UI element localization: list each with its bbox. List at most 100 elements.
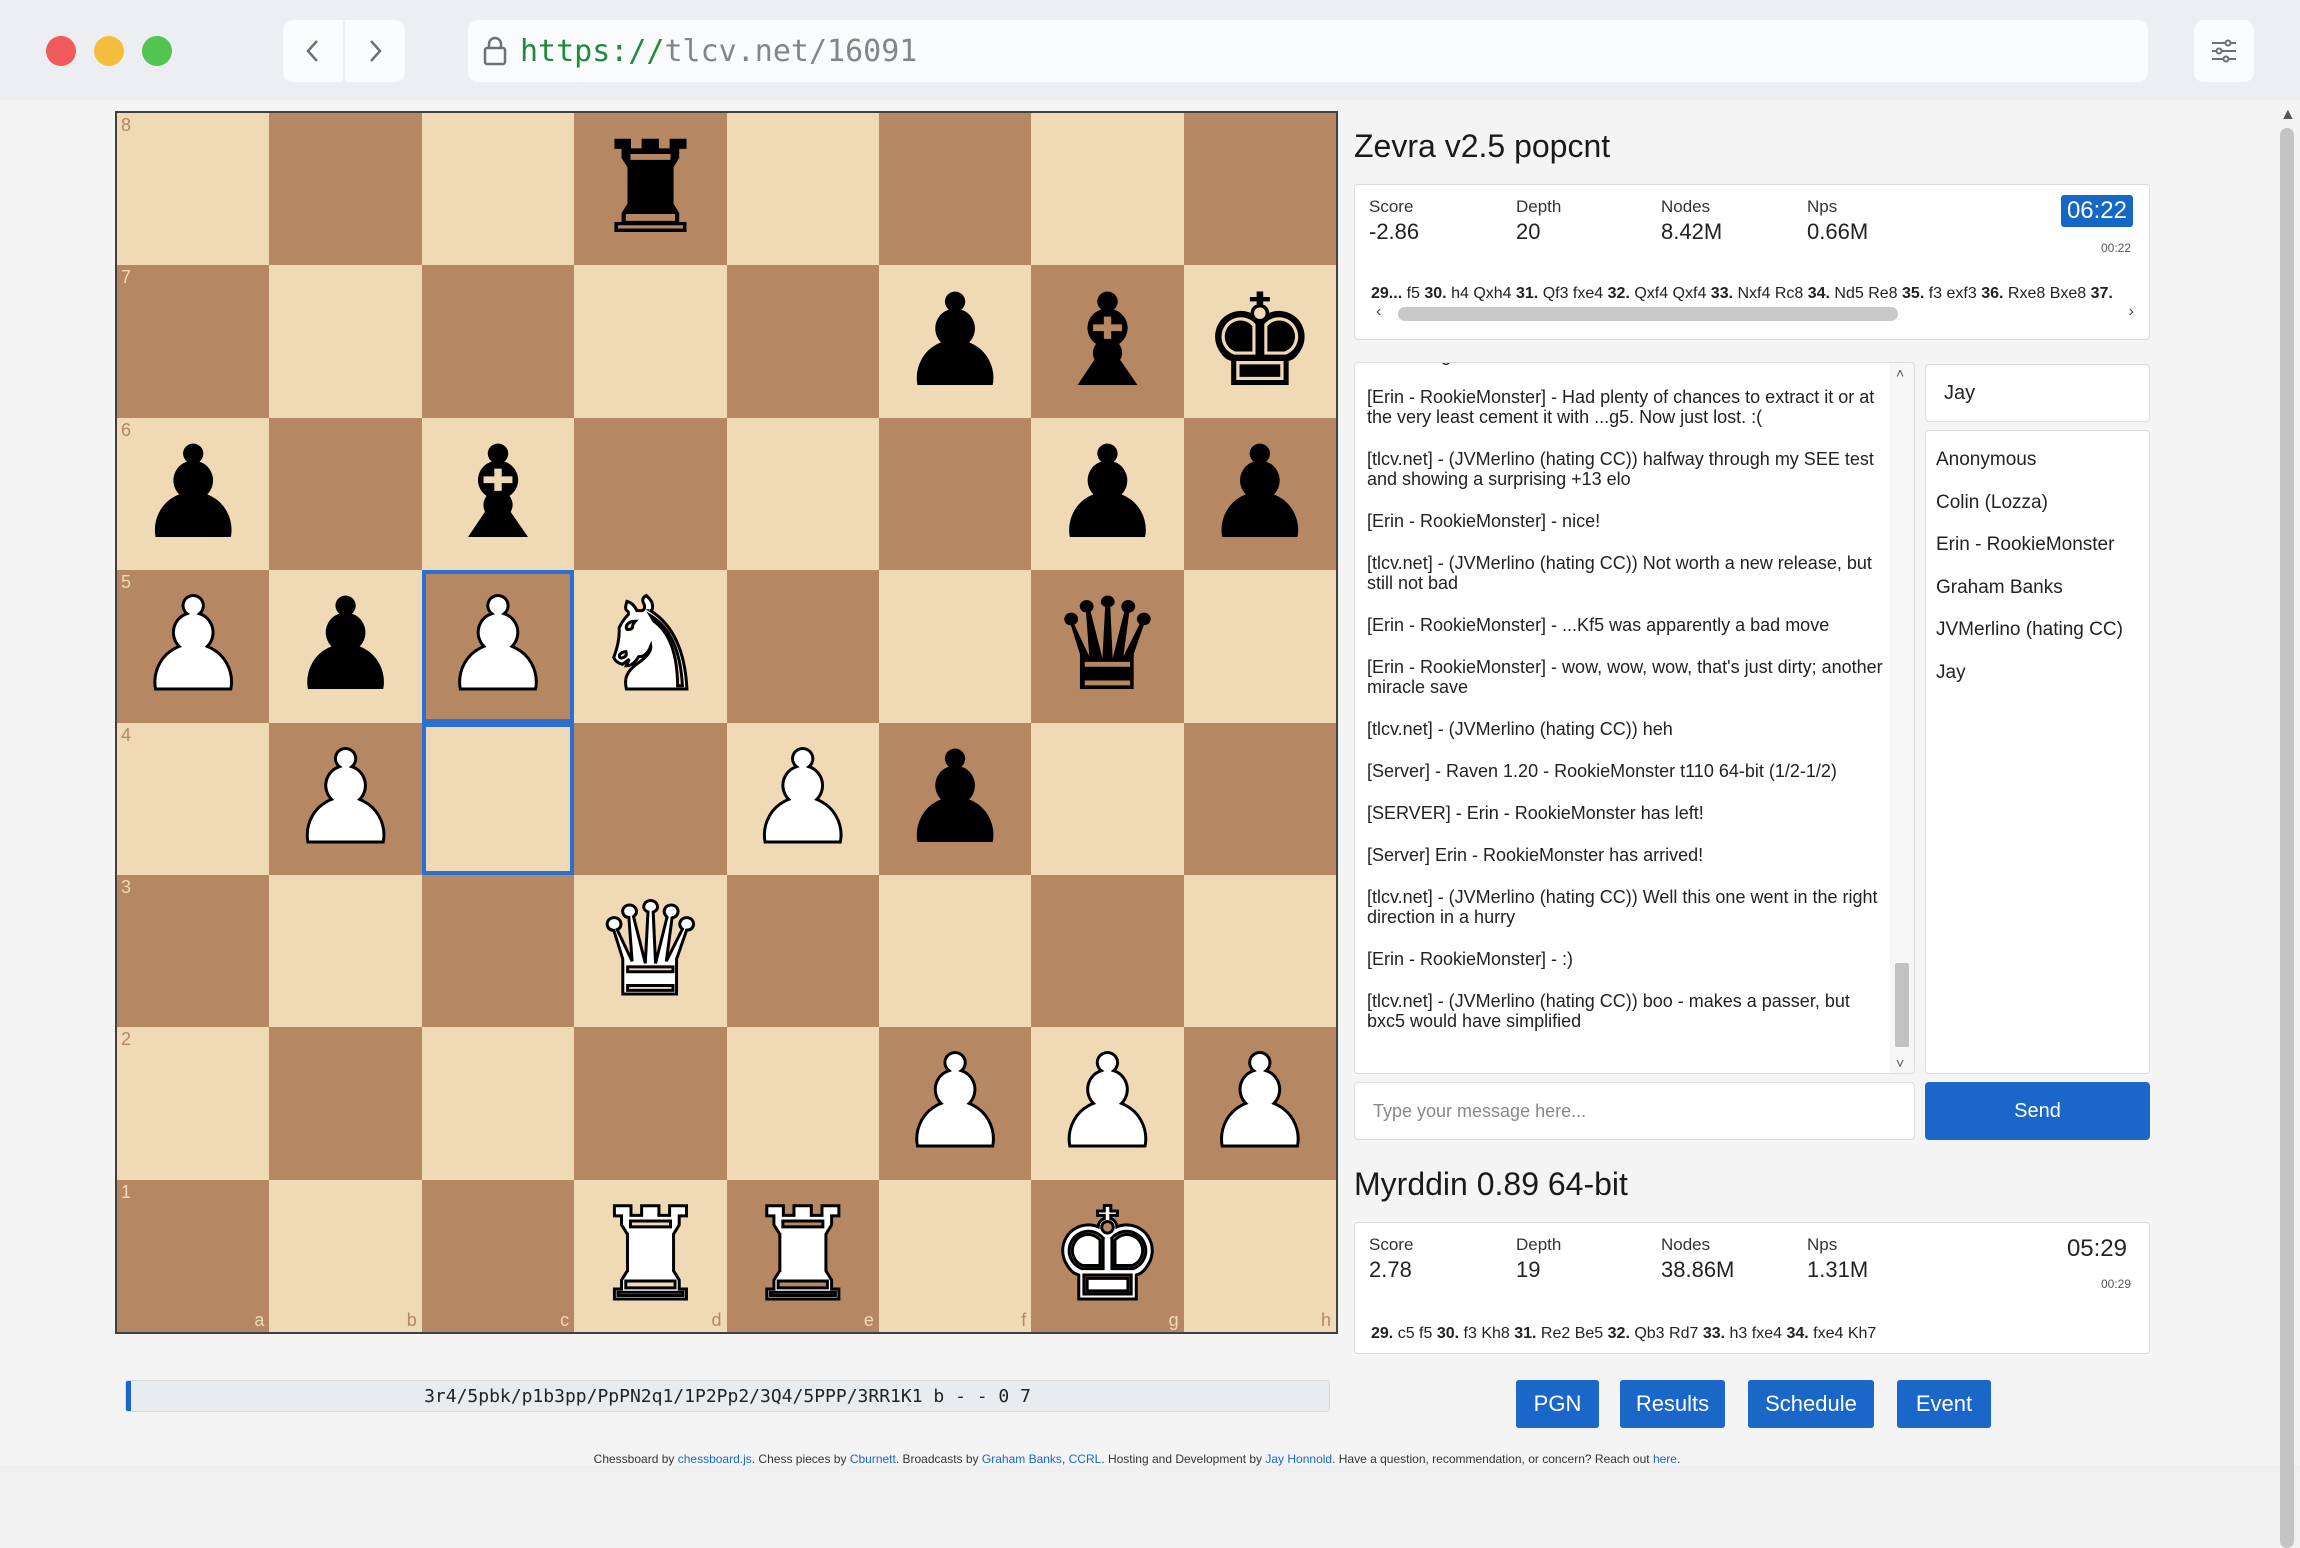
square-b4[interactable]: ♟ bbox=[269, 722, 422, 875]
nickname-field[interactable]: Jay bbox=[1925, 364, 2150, 422]
square-f6[interactable] bbox=[878, 417, 1032, 571]
pv-scrollbar-thumb[interactable] bbox=[1398, 307, 1898, 321]
chat-scrollbar-thumb[interactable] bbox=[1895, 963, 1909, 1047]
user-list-item[interactable]: Anonymous bbox=[1926, 439, 2149, 482]
white-pawn-icon[interactable]: ♟ bbox=[744, 733, 862, 864]
square-h2[interactable]: ♟ bbox=[1183, 1027, 1336, 1180]
black-pawn-icon[interactable]: ♟ bbox=[136, 429, 251, 558]
pv-horizontal-scrollbar[interactable]: ‹ › bbox=[1368, 303, 2138, 324]
black-queen-icon[interactable]: ♛ bbox=[1050, 582, 1165, 710]
square-f2[interactable]: ♟ bbox=[878, 1027, 1032, 1180]
square-f5[interactable] bbox=[878, 570, 1032, 723]
cburnett-link[interactable]: Cburnett bbox=[850, 1452, 896, 1466]
black-pawn-icon[interactable]: ♟ bbox=[898, 277, 1013, 406]
square-g8[interactable] bbox=[1031, 113, 1184, 266]
square-a6[interactable]: 6 ♟ bbox=[117, 417, 270, 571]
chessboardjs-link[interactable]: chessboard.js bbox=[678, 1452, 752, 1466]
contact-link[interactable]: here bbox=[1653, 1452, 1677, 1466]
square-c6[interactable]: ♝ bbox=[421, 417, 575, 571]
chat-scroll-down-icon[interactable]: ˅ bbox=[1896, 1055, 1904, 1071]
square-d6[interactable] bbox=[574, 417, 727, 571]
square-b8[interactable] bbox=[269, 113, 422, 266]
window-close-button[interactable] bbox=[46, 36, 76, 66]
square-d8[interactable]: ♜ bbox=[574, 113, 727, 266]
square-b5[interactable]: ♟ bbox=[269, 570, 422, 723]
square-a4[interactable]: 4 bbox=[117, 722, 270, 875]
square-c7[interactable] bbox=[421, 265, 575, 418]
white-pawn-icon[interactable]: ♟ bbox=[439, 580, 557, 711]
page-scrollbar[interactable]: ▲ bbox=[2274, 100, 2300, 1548]
square-f8[interactable] bbox=[878, 113, 1032, 266]
square-e5[interactable] bbox=[726, 570, 879, 723]
square-c4[interactable] bbox=[421, 722, 575, 875]
square-h1[interactable]: h bbox=[1183, 1179, 1336, 1332]
white-king-icon[interactable]: ♚ bbox=[1049, 1190, 1167, 1321]
user-list-item[interactable]: Colin (Lozza) bbox=[1926, 482, 2149, 525]
square-e2[interactable] bbox=[726, 1027, 879, 1180]
square-b7[interactable] bbox=[269, 265, 422, 418]
square-e8[interactable] bbox=[726, 113, 879, 266]
square-d1[interactable]: d ♜ bbox=[574, 1179, 727, 1332]
forward-button[interactable] bbox=[345, 20, 405, 82]
square-c3[interactable] bbox=[421, 874, 575, 1028]
square-a5[interactable]: 5 ♟ bbox=[117, 570, 270, 723]
schedule-button[interactable]: Schedule bbox=[1748, 1380, 1874, 1428]
square-c8[interactable] bbox=[421, 113, 575, 266]
white-rook-icon[interactable]: ♜ bbox=[591, 1190, 709, 1321]
white-knight-icon[interactable]: ♞ bbox=[591, 580, 709, 711]
square-g3[interactable] bbox=[1031, 874, 1184, 1028]
square-f3[interactable] bbox=[878, 874, 1032, 1028]
black-pawn-icon[interactable]: ♟ bbox=[1202, 429, 1317, 558]
square-b2[interactable] bbox=[269, 1027, 422, 1180]
square-g4[interactable] bbox=[1031, 722, 1184, 875]
black-pawn-icon[interactable]: ♟ bbox=[288, 582, 403, 710]
graham-banks-link[interactable]: Graham Banks bbox=[982, 1452, 1062, 1466]
send-button[interactable]: Send bbox=[1925, 1082, 2150, 1140]
square-d3[interactable]: ♛ bbox=[574, 874, 727, 1028]
user-list-item[interactable]: Jay bbox=[1926, 652, 2149, 695]
square-e1[interactable]: e ♜ bbox=[726, 1179, 879, 1332]
chessboard[interactable]: 8 ♜ 7 ♟ ♝ ♚ 6 ♟ ♝ ♟ ♟ 5 ♟ ♟ ♟ ♞ ♛ 4 ♟ ♟ ♟ 3 ♛ 2 ♟ ♟ ♟ 1 a b c d ♜ e ♜ f g ♚ h bbox=[115, 111, 1338, 1334]
chat-log[interactable]: even endgame. The Bh4 is awful. [Erin - R… bbox=[1354, 362, 1915, 1074]
chat-message-input[interactable] bbox=[1354, 1082, 1915, 1140]
square-d2[interactable] bbox=[574, 1027, 727, 1180]
square-g2[interactable]: ♟ bbox=[1031, 1027, 1184, 1180]
square-h5[interactable] bbox=[1183, 570, 1336, 723]
pgn-button[interactable]: PGN bbox=[1516, 1380, 1599, 1428]
window-maximize-button[interactable] bbox=[142, 36, 172, 66]
square-a1[interactable]: 1a bbox=[117, 1179, 270, 1332]
black-pawn-icon[interactable]: ♟ bbox=[898, 734, 1013, 863]
square-a8[interactable]: 8 bbox=[117, 113, 270, 266]
white-pawn-icon[interactable]: ♟ bbox=[896, 1037, 1014, 1168]
square-e6[interactable] bbox=[726, 417, 879, 571]
square-g1[interactable]: g ♚ bbox=[1031, 1179, 1184, 1332]
square-a3[interactable]: 3 bbox=[117, 874, 270, 1028]
jay-honnold-link[interactable]: Jay Honnold bbox=[1265, 1452, 1332, 1466]
square-a2[interactable]: 2 bbox=[117, 1027, 270, 1180]
square-b6[interactable] bbox=[269, 417, 422, 571]
black-rook-icon[interactable]: ♜ bbox=[593, 125, 708, 253]
settings-button[interactable] bbox=[2194, 20, 2254, 82]
user-list-item[interactable]: JVMerlino (hating CC) bbox=[1926, 609, 2149, 652]
square-h8[interactable] bbox=[1183, 113, 1336, 266]
results-button[interactable]: Results bbox=[1620, 1380, 1725, 1428]
square-d4[interactable] bbox=[574, 722, 727, 875]
scroll-up-arrow-icon[interactable]: ▲ bbox=[2280, 106, 2296, 124]
square-d5[interactable]: ♞ bbox=[574, 570, 727, 723]
user-list-item[interactable]: Graham Banks bbox=[1926, 567, 2149, 610]
square-e3[interactable] bbox=[726, 874, 879, 1028]
ccrl-link[interactable]: CCRL bbox=[1069, 1452, 1102, 1466]
page-scrollbar-thumb[interactable] bbox=[2280, 128, 2294, 1548]
black-bishop-icon[interactable]: ♝ bbox=[441, 429, 556, 558]
square-e4[interactable]: ♟ bbox=[726, 722, 879, 875]
square-a7[interactable]: 7 bbox=[117, 265, 270, 418]
back-button[interactable] bbox=[283, 20, 343, 82]
square-c2[interactable] bbox=[421, 1027, 575, 1180]
window-minimize-button[interactable] bbox=[94, 36, 124, 66]
user-list-item[interactable]: Erin - RookieMonster bbox=[1926, 524, 2149, 567]
white-pawn-icon[interactable]: ♟ bbox=[1201, 1037, 1319, 1168]
square-f4[interactable]: ♟ bbox=[878, 722, 1032, 875]
black-pawn-icon[interactable]: ♟ bbox=[1050, 429, 1165, 558]
square-h4[interactable] bbox=[1183, 722, 1336, 875]
square-b1[interactable]: b bbox=[269, 1179, 422, 1332]
